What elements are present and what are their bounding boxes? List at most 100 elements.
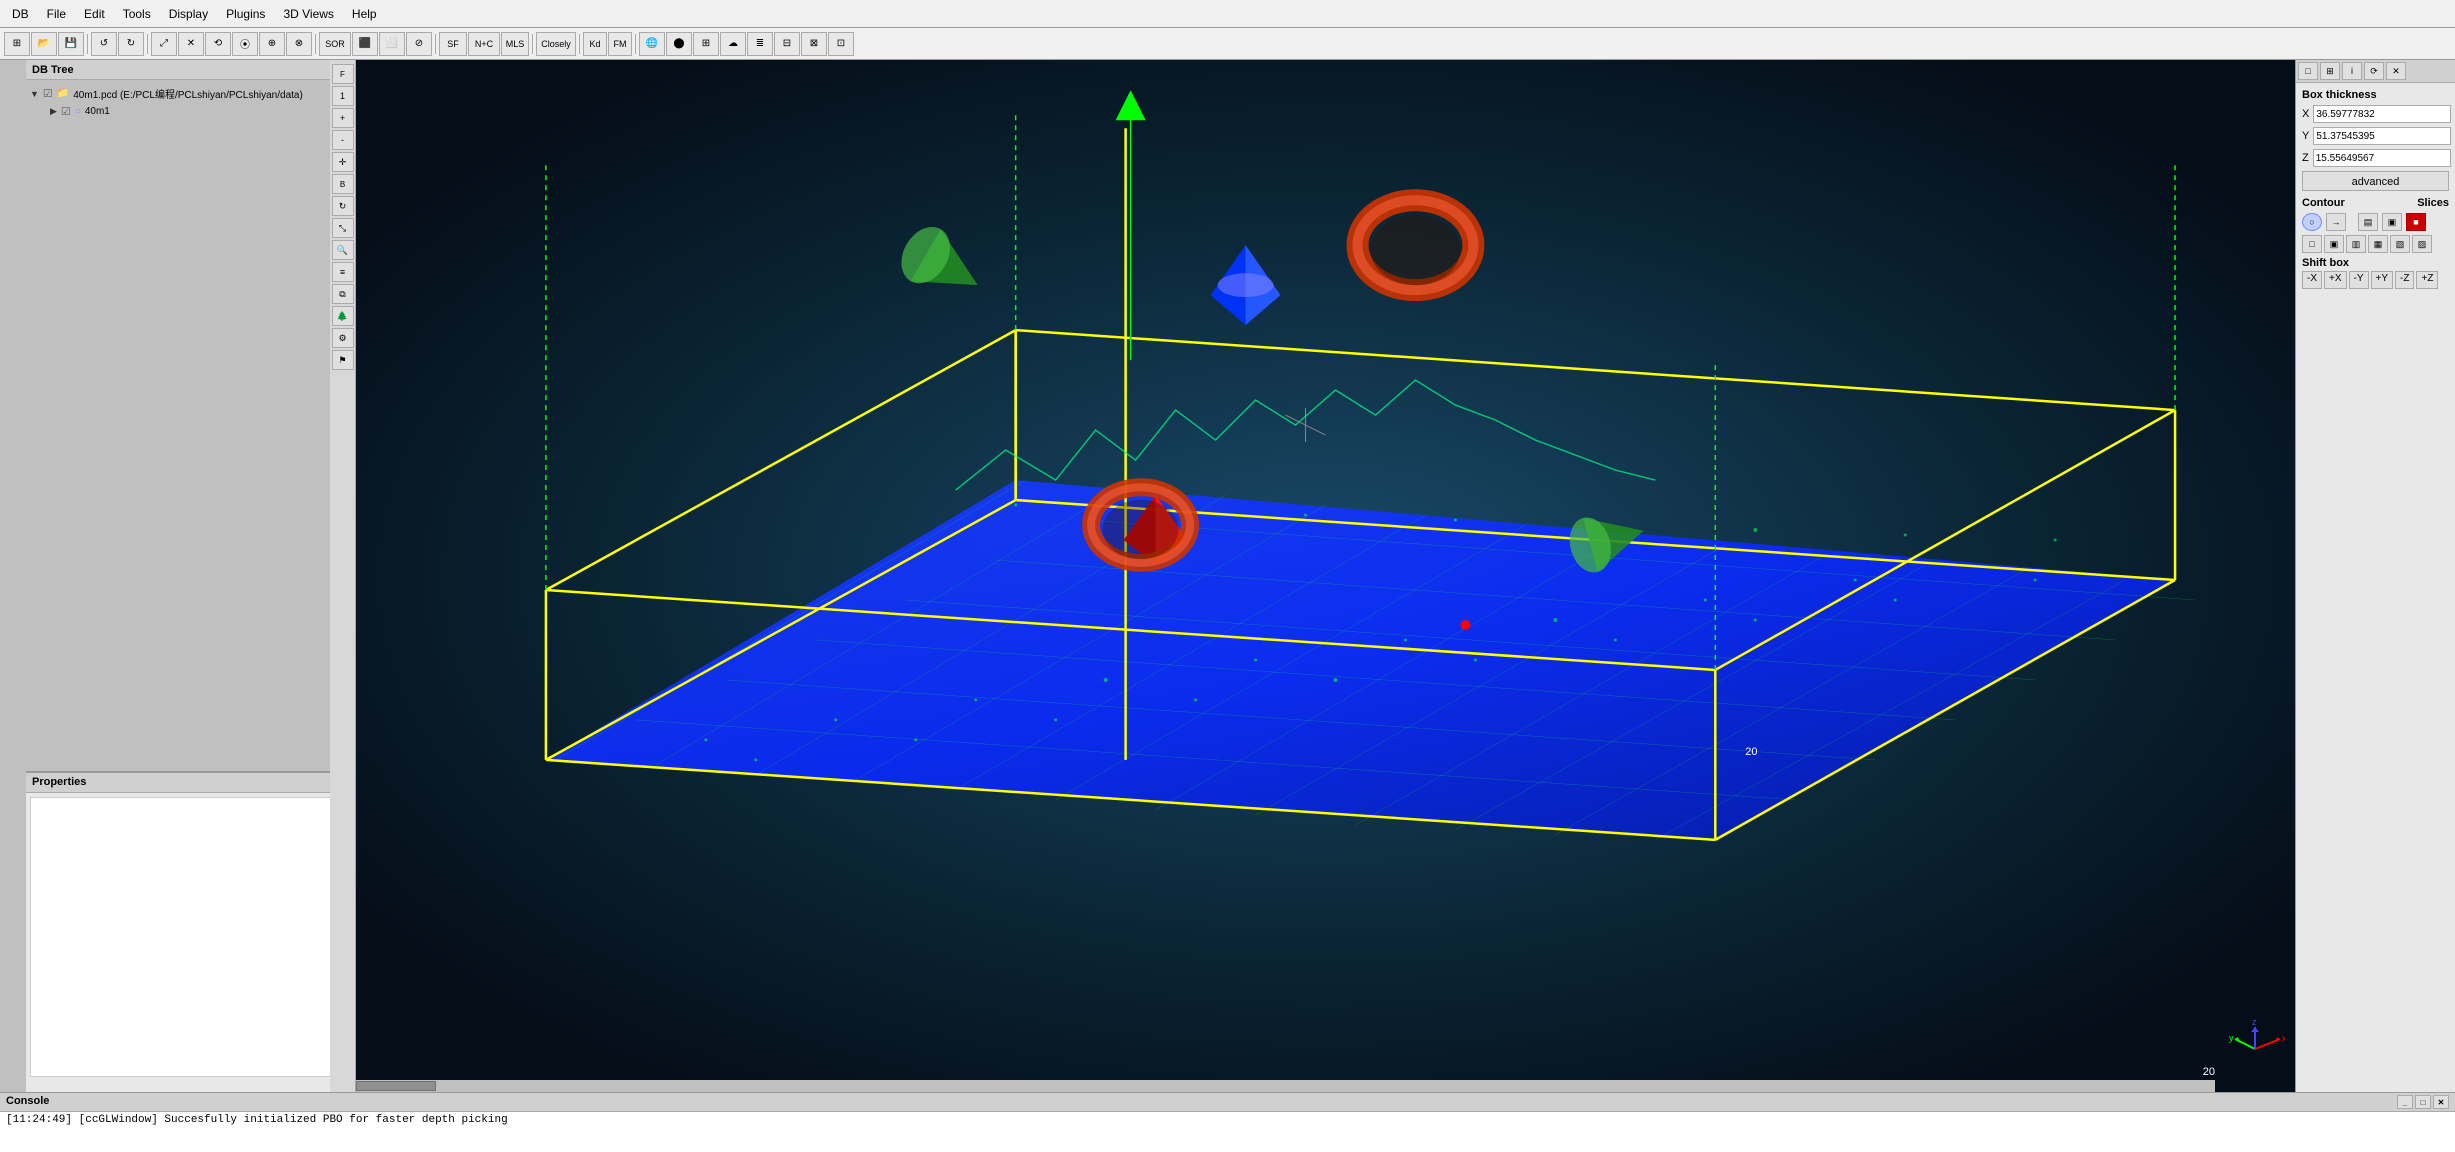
advanced-button[interactable]: advanced (2302, 171, 2449, 191)
toolbar-btn-mls[interactable]: MLS (501, 32, 529, 56)
side-btn-search[interactable]: 🔍 (332, 240, 354, 260)
side-btn-scale[interactable]: ⤡ (332, 218, 354, 238)
side-btn-layers[interactable]: ⧉ (332, 284, 354, 304)
side-btn-front[interactable]: F (332, 64, 354, 84)
shift-minus-y[interactable]: -Y (2349, 271, 2369, 289)
side-btn-filter[interactable]: ≡ (332, 262, 354, 282)
tree-check-40m1[interactable]: ☑ (61, 105, 71, 118)
menu-item-3dviews[interactable]: 3D Views (275, 5, 341, 23)
rp-btn-close[interactable]: ✕ (2386, 62, 2406, 80)
toolbar-btn-mesh[interactable]: ⊞ (693, 32, 719, 56)
db-tree: DB Tree ✕ ▼ ☑ 📁 40m1.pcd (E:/PCL编程/PCLsh… (26, 60, 356, 772)
toolbar-btn-close[interactable]: ✕ (178, 32, 204, 56)
toolbar-btn-add[interactable]: ⊕ (259, 32, 285, 56)
menu-item-db[interactable]: DB (4, 5, 37, 23)
shift-plus-x[interactable]: +X (2324, 271, 2347, 289)
toolbar-btn-new[interactable]: ⊞ (4, 32, 30, 56)
menu-item-help[interactable]: Help (344, 5, 385, 23)
menu-item-edit[interactable]: Edit (76, 5, 113, 23)
side-btn-tree[interactable]: 🌲 (332, 306, 354, 326)
side-btn-gear[interactable]: ⚙ (332, 328, 354, 348)
box-x-label: X (2302, 108, 2309, 120)
toolbar-btn-cloud[interactable]: ☁ (720, 32, 746, 56)
toolbar-sep-6 (579, 34, 580, 54)
tree-label-root[interactable]: 40m1.pcd (E:/PCL编程/PCLshiyan/PCLshiyan/d… (73, 86, 303, 101)
tree-item-40m1[interactable]: ▶ ☑ ○ 40m1 (30, 103, 352, 120)
extra-btn-1[interactable]: □ (2302, 235, 2322, 253)
menu-item-file[interactable]: File (39, 5, 74, 23)
shift-minus-z[interactable]: -Z (2395, 271, 2414, 289)
toolbar-btn-pick[interactable]: ⦿ (232, 32, 258, 56)
toolbar-sep-5 (532, 34, 533, 54)
rp-btn-refresh[interactable]: ⟳ (2364, 62, 2384, 80)
toolbar-btn-open[interactable]: 📂 (31, 32, 57, 56)
toolbar-btn-kd[interactable]: Kd (583, 32, 607, 56)
horizontal-scrollbar[interactable] (356, 1080, 2215, 1092)
extra-btn-3[interactable]: ▥ (2346, 235, 2366, 253)
rp-btn-single[interactable]: □ (2298, 62, 2318, 80)
toolbar-btn-t4[interactable]: ≣ (747, 32, 773, 56)
tree-arrow-40m1[interactable]: ▶ (50, 106, 57, 117)
box-z-label: Z (2302, 152, 2309, 164)
side-btn-cross[interactable]: ✛ (332, 152, 354, 172)
box-z-input[interactable] (2313, 149, 2451, 167)
tree-label-40m1[interactable]: 40m1 (85, 106, 110, 117)
side-btn-plus[interactable]: + (332, 108, 354, 128)
slices-filled-btn[interactable]: ■ (2406, 213, 2426, 231)
box-y-input[interactable] (2313, 127, 2451, 145)
shift-minus-x[interactable]: -X (2302, 271, 2322, 289)
toolbar-btn-t2[interactable]: ⬜ (379, 32, 405, 56)
toolbar-btn-redo[interactable]: ↻ (118, 32, 144, 56)
toolbar-btn-t3[interactable]: ⊘ (406, 32, 432, 56)
toolbar-btn-fm[interactable]: FM (608, 32, 632, 56)
scrollbar-thumb[interactable] (356, 1081, 436, 1091)
extra-btn-4[interactable]: ▦ (2368, 235, 2388, 253)
rp-btn-info[interactable]: i (2342, 62, 2362, 80)
side-btn-flag[interactable]: ⚑ (332, 350, 354, 370)
tree-arrow-root[interactable]: ▼ (30, 89, 39, 99)
shift-plus-z[interactable]: +Z (2416, 271, 2438, 289)
console-maximize[interactable]: □ (2415, 1095, 2431, 1109)
toolbar-btn-t1[interactable]: ⬛ (352, 32, 378, 56)
shift-plus-y[interactable]: +Y (2371, 271, 2394, 289)
zoom-indicator: 20 (2203, 1066, 2215, 1078)
toolbar-btn-t6[interactable]: ⊠ (801, 32, 827, 56)
console-minimize[interactable]: _ (2397, 1095, 2413, 1109)
side-btn-minus[interactable]: - (332, 130, 354, 150)
toolbar-btn-save[interactable]: 💾 (58, 32, 84, 56)
slices-grid-btn[interactable]: ▤ (2358, 213, 2378, 231)
side-strip: F 1 + - ✛ B ↻ ⤡ 🔍 ≡ ⧉ 🌲 ⚙ ⚑ (330, 60, 356, 1092)
menu-item-display[interactable]: Display (161, 5, 216, 23)
toolbar-btn-nc[interactable]: N+C (468, 32, 500, 56)
viewport[interactable]: 20 x y z 20 (356, 60, 2295, 1092)
toolbar-btn-sf[interactable]: SF (439, 32, 467, 56)
toolbar-btn-sphere[interactable]: ⬤ (666, 32, 692, 56)
extra-btn-2[interactable]: ▣ (2324, 235, 2344, 253)
scene-svg: 20 (356, 60, 2295, 1092)
rp-btn-grid[interactable]: ⊞ (2320, 62, 2340, 80)
toolbar-btn-t5[interactable]: ⊟ (774, 32, 800, 56)
toolbar-btn-undo[interactable]: ↺ (91, 32, 117, 56)
side-btn-view2[interactable]: 1 (332, 86, 354, 106)
contour-label: Contour (2302, 197, 2345, 209)
extra-btn-6[interactable]: ▨ (2412, 235, 2432, 253)
console-close[interactable]: ✕ (2433, 1095, 2449, 1109)
toolbar-btn-globe[interactable]: 🌐 (639, 32, 665, 56)
menu-item-tools[interactable]: Tools (115, 5, 159, 23)
toolbar-btn-remove[interactable]: ⊗ (286, 32, 312, 56)
contour-circle-btn[interactable]: ○ (2302, 213, 2322, 231)
side-btn-rot[interactable]: ↻ (332, 196, 354, 216)
side-btn-back[interactable]: B (332, 174, 354, 194)
box-x-input[interactable] (2313, 105, 2451, 123)
tree-check-root[interactable]: ☑ (43, 87, 53, 100)
menu-item-plugins[interactable]: Plugins (218, 5, 273, 23)
extra-btn-5[interactable]: ▧ (2390, 235, 2410, 253)
contour-arrow-btn[interactable]: → (2326, 213, 2346, 231)
toolbar-btn-closely[interactable]: Closely (536, 32, 576, 56)
toolbar-btn-sor[interactable]: SOR (319, 32, 351, 56)
toolbar-btn-zoom-fit[interactable]: ⤢ (151, 32, 177, 56)
toolbar-btn-t7[interactable]: ⊡ (828, 32, 854, 56)
slices-box-btn[interactable]: ▣ (2382, 213, 2402, 231)
toolbar-btn-rotate[interactable]: ⟲ (205, 32, 231, 56)
tree-item-root[interactable]: ▼ ☑ 📁 40m1.pcd (E:/PCL编程/PCLshiyan/PCLsh… (30, 84, 352, 103)
